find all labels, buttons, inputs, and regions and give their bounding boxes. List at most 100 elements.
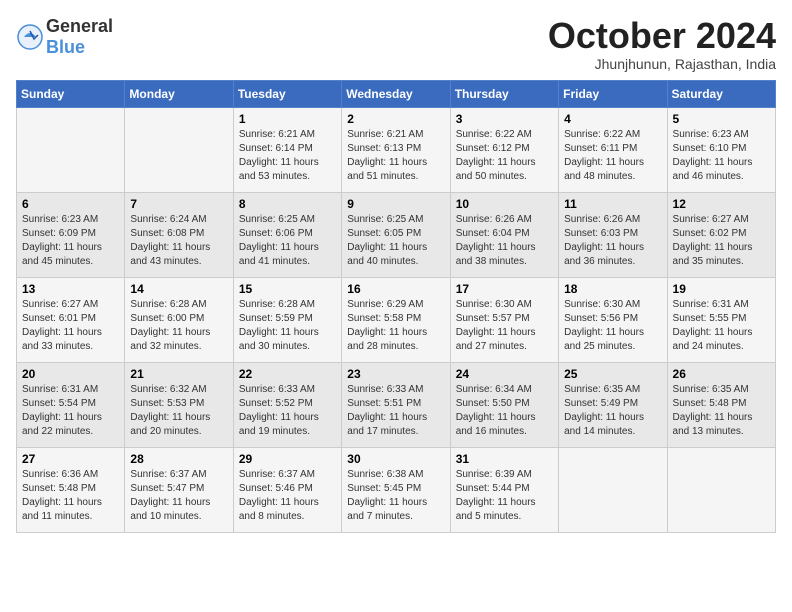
day-info: Sunrise: 6:23 AM Sunset: 6:09 PM Dayligh… bbox=[22, 213, 119, 269]
day-cell: 10 Sunrise: 6:26 AM Sunset: 6:04 PM Dayli… bbox=[450, 192, 558, 277]
day-info: Sunrise: 6:37 AM Sunset: 5:47 PM Dayligh… bbox=[130, 468, 227, 524]
header-cell-tuesday: Tuesday bbox=[233, 80, 341, 107]
day-cell: 28 Sunrise: 6:37 AM Sunset: 5:47 PM Dayli… bbox=[125, 447, 233, 532]
day-number: 24 bbox=[456, 367, 553, 381]
day-number: 31 bbox=[456, 452, 553, 466]
day-cell: 3 Sunrise: 6:22 AM Sunset: 6:12 PM Daylig… bbox=[450, 107, 558, 192]
day-number: 26 bbox=[673, 367, 770, 381]
day-info: Sunrise: 6:33 AM Sunset: 5:51 PM Dayligh… bbox=[347, 383, 444, 439]
day-cell: 6 Sunrise: 6:23 AM Sunset: 6:09 PM Daylig… bbox=[17, 192, 125, 277]
day-info: Sunrise: 6:30 AM Sunset: 5:56 PM Dayligh… bbox=[564, 298, 661, 354]
day-info: Sunrise: 6:23 AM Sunset: 6:10 PM Dayligh… bbox=[673, 128, 770, 184]
day-info: Sunrise: 6:26 AM Sunset: 6:03 PM Dayligh… bbox=[564, 213, 661, 269]
day-cell: 1 Sunrise: 6:21 AM Sunset: 6:14 PM Daylig… bbox=[233, 107, 341, 192]
day-info: Sunrise: 6:29 AM Sunset: 5:58 PM Dayligh… bbox=[347, 298, 444, 354]
week-row-1: 1 Sunrise: 6:21 AM Sunset: 6:14 PM Daylig… bbox=[17, 107, 776, 192]
header-cell-wednesday: Wednesday bbox=[342, 80, 450, 107]
day-cell: 7Sunrise: 6:24 AM Sunset: 6:08 PM Daylig… bbox=[125, 192, 233, 277]
week-row-4: 20Sunrise: 6:31 AM Sunset: 5:54 PM Dayli… bbox=[17, 362, 776, 447]
day-info: Sunrise: 6:35 AM Sunset: 5:48 PM Dayligh… bbox=[673, 383, 770, 439]
title-block: October 2024 Jhunjhunun, Rajasthan, Indi… bbox=[548, 16, 776, 72]
day-cell: 13 Sunrise: 6:27 AM Sunset: 6:01 PM Dayli… bbox=[17, 277, 125, 362]
day-info: Sunrise: 6:28 AM Sunset: 5:59 PM Dayligh… bbox=[239, 298, 336, 354]
day-number: 23 bbox=[347, 367, 444, 381]
day-info: Sunrise: 6:26 AM Sunset: 6:04 PM Dayligh… bbox=[456, 213, 553, 269]
page-header: General Blue October 2024 Jhunjhunun, Ra… bbox=[16, 16, 776, 72]
day-info: Sunrise: 6:30 AM Sunset: 5:57 PM Dayligh… bbox=[456, 298, 553, 354]
day-number: 2 bbox=[347, 112, 444, 126]
day-info: Sunrise: 6:25 AM Sunset: 6:05 PM Dayligh… bbox=[347, 213, 444, 269]
day-number: 14 bbox=[130, 282, 227, 296]
day-number: 15 bbox=[239, 282, 336, 296]
day-cell: 24Sunrise: 6:34 AM Sunset: 5:50 PM Dayli… bbox=[450, 362, 558, 447]
day-info: Sunrise: 6:22 AM Sunset: 6:11 PM Dayligh… bbox=[564, 128, 661, 184]
day-info: Sunrise: 6:36 AM Sunset: 5:48 PM Dayligh… bbox=[22, 468, 119, 524]
day-number: 13 bbox=[22, 282, 119, 296]
day-number: 4 bbox=[564, 112, 661, 126]
day-number: 5 bbox=[673, 112, 770, 126]
day-info: Sunrise: 6:22 AM Sunset: 6:12 PM Dayligh… bbox=[456, 128, 553, 184]
day-info: Sunrise: 6:39 AM Sunset: 5:44 PM Dayligh… bbox=[456, 468, 553, 524]
day-cell: 23 Sunrise: 6:33 AM Sunset: 5:51 PM Dayli… bbox=[342, 362, 450, 447]
logo-general: General bbox=[46, 16, 113, 36]
day-number: 1 bbox=[239, 112, 336, 126]
day-cell: 27 Sunrise: 6:36 AM Sunset: 5:48 PM Dayli… bbox=[17, 447, 125, 532]
day-cell: 31 Sunrise: 6:39 AM Sunset: 5:44 PM Dayli… bbox=[450, 447, 558, 532]
day-number: 6 bbox=[22, 197, 119, 211]
day-number: 11 bbox=[564, 197, 661, 211]
day-number: 12 bbox=[673, 197, 770, 211]
day-info: Sunrise: 6:38 AM Sunset: 5:45 PM Dayligh… bbox=[347, 468, 444, 524]
day-info: Sunrise: 6:27 AM Sunset: 6:02 PM Dayligh… bbox=[673, 213, 770, 269]
day-cell: 20Sunrise: 6:31 AM Sunset: 5:54 PM Dayli… bbox=[17, 362, 125, 447]
location-subtitle: Jhunjhunun, Rajasthan, India bbox=[548, 56, 776, 72]
logo-blue: Blue bbox=[46, 37, 85, 57]
day-cell: 18 Sunrise: 6:30 AM Sunset: 5:56 PM Dayli… bbox=[559, 277, 667, 362]
day-number: 25 bbox=[564, 367, 661, 381]
day-info: Sunrise: 6:21 AM Sunset: 6:14 PM Dayligh… bbox=[239, 128, 336, 184]
day-info: Sunrise: 6:33 AM Sunset: 5:52 PM Dayligh… bbox=[239, 383, 336, 439]
header-cell-monday: Monday bbox=[125, 80, 233, 107]
day-number: 8 bbox=[239, 197, 336, 211]
header-cell-friday: Friday bbox=[559, 80, 667, 107]
logo-icon bbox=[16, 23, 44, 51]
header-cell-sunday: Sunday bbox=[17, 80, 125, 107]
day-number: 10 bbox=[456, 197, 553, 211]
day-cell: 29Sunrise: 6:37 AM Sunset: 5:46 PM Dayli… bbox=[233, 447, 341, 532]
day-cell: 5 Sunrise: 6:23 AM Sunset: 6:10 PM Daylig… bbox=[667, 107, 775, 192]
week-row-2: 6 Sunrise: 6:23 AM Sunset: 6:09 PM Daylig… bbox=[17, 192, 776, 277]
day-cell: 14 Sunrise: 6:28 AM Sunset: 6:00 PM Dayli… bbox=[125, 277, 233, 362]
day-cell bbox=[17, 107, 125, 192]
day-number: 28 bbox=[130, 452, 227, 466]
day-number: 30 bbox=[347, 452, 444, 466]
day-number: 29 bbox=[239, 452, 336, 466]
day-info: Sunrise: 6:31 AM Sunset: 5:55 PM Dayligh… bbox=[673, 298, 770, 354]
calendar-table: SundayMondayTuesdayWednesdayThursdayFrid… bbox=[16, 80, 776, 533]
day-number: 7 bbox=[130, 197, 227, 211]
day-cell: 15 Sunrise: 6:28 AM Sunset: 5:59 PM Dayli… bbox=[233, 277, 341, 362]
day-number: 18 bbox=[564, 282, 661, 296]
day-cell: 22Sunrise: 6:33 AM Sunset: 5:52 PM Dayli… bbox=[233, 362, 341, 447]
day-info: Sunrise: 6:25 AM Sunset: 6:06 PM Dayligh… bbox=[239, 213, 336, 269]
day-cell: 16 Sunrise: 6:29 AM Sunset: 5:58 PM Dayli… bbox=[342, 277, 450, 362]
day-number: 9 bbox=[347, 197, 444, 211]
day-cell: 4 Sunrise: 6:22 AM Sunset: 6:11 PM Daylig… bbox=[559, 107, 667, 192]
day-cell: 12 Sunrise: 6:27 AM Sunset: 6:02 PM Dayli… bbox=[667, 192, 775, 277]
day-number: 27 bbox=[22, 452, 119, 466]
day-info: Sunrise: 6:27 AM Sunset: 6:01 PM Dayligh… bbox=[22, 298, 119, 354]
day-info: Sunrise: 6:35 AM Sunset: 5:49 PM Dayligh… bbox=[564, 383, 661, 439]
day-cell: 19Sunrise: 6:31 AM Sunset: 5:55 PM Dayli… bbox=[667, 277, 775, 362]
day-cell: 21Sunrise: 6:32 AM Sunset: 5:53 PM Dayli… bbox=[125, 362, 233, 447]
logo: General Blue bbox=[16, 16, 113, 58]
day-number: 21 bbox=[130, 367, 227, 381]
day-info: Sunrise: 6:28 AM Sunset: 6:00 PM Dayligh… bbox=[130, 298, 227, 354]
day-cell: 2Sunrise: 6:21 AM Sunset: 6:13 PM Daylig… bbox=[342, 107, 450, 192]
day-number: 20 bbox=[22, 367, 119, 381]
day-cell bbox=[559, 447, 667, 532]
day-number: 3 bbox=[456, 112, 553, 126]
day-number: 17 bbox=[456, 282, 553, 296]
header-cell-thursday: Thursday bbox=[450, 80, 558, 107]
day-cell: 17 Sunrise: 6:30 AM Sunset: 5:57 PM Dayli… bbox=[450, 277, 558, 362]
day-number: 16 bbox=[347, 282, 444, 296]
day-cell: 8 Sunrise: 6:25 AM Sunset: 6:06 PM Daylig… bbox=[233, 192, 341, 277]
day-cell: 25 Sunrise: 6:35 AM Sunset: 5:49 PM Dayli… bbox=[559, 362, 667, 447]
